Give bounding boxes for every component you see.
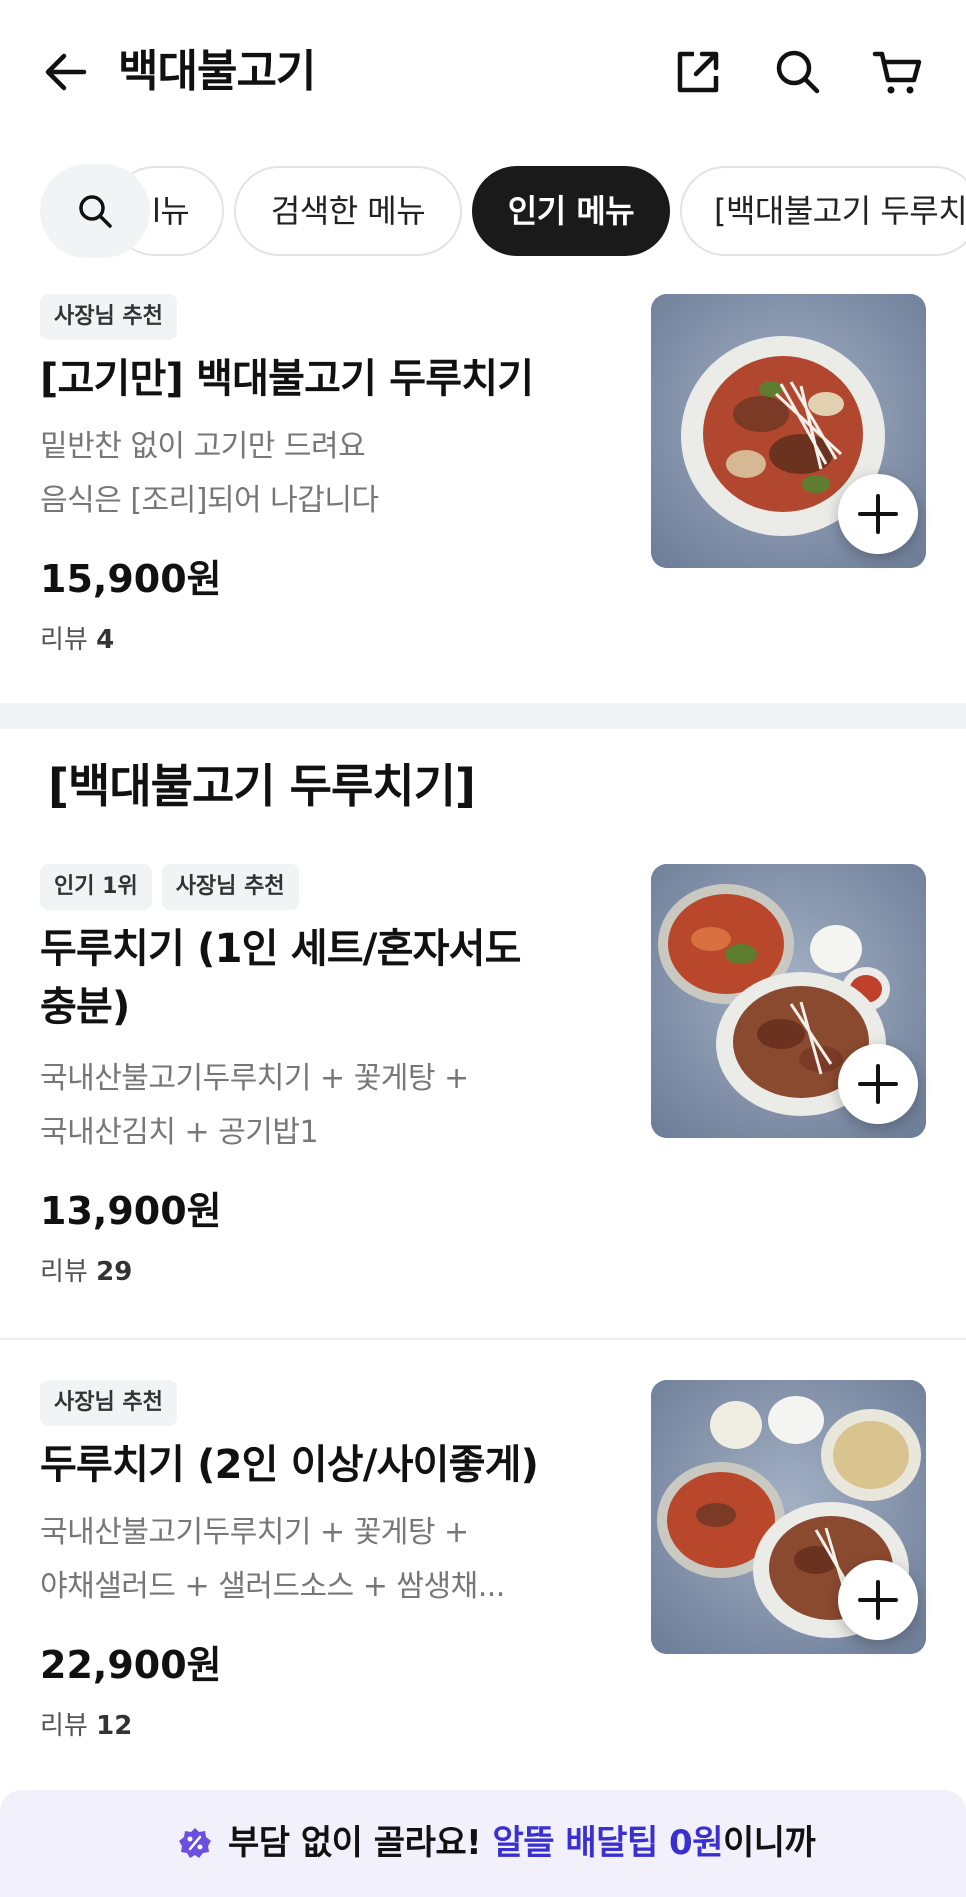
- review-label: 리뷰: [40, 625, 88, 655]
- badge-owner-pick: 사장님 추천: [40, 1380, 177, 1426]
- page-title: 백대불고기: [118, 46, 316, 97]
- menu-item[interactable]: 사장님 추천 두루치기 (2인 이상/사이좋게) 국내산불고기두루치기 + 꽃게…: [0, 1380, 966, 1760]
- item-name: [고기만] 백대불고기 두루치기: [40, 356, 534, 402]
- tab-search-button[interactable]: [40, 164, 150, 258]
- item-name: 두루치기 (1인 세트/혼자서도: [40, 926, 521, 972]
- add-to-cart-button[interactable]: [838, 474, 918, 554]
- search-icon: [776, 50, 820, 94]
- plus-icon: [858, 1580, 898, 1620]
- add-to-cart-button[interactable]: [838, 1044, 918, 1124]
- item-description: 밑반찬 없이 고기만 드려요: [40, 429, 366, 464]
- item-description: 국내산불고기두루치기 + 꽃게탕 +: [40, 1515, 469, 1550]
- menu-item[interactable]: 인기 1위 사장님 추천 두루치기 (1인 세트/혼자서도 충분) 국내산불고기…: [0, 864, 966, 1304]
- back-button[interactable]: [40, 46, 92, 98]
- item-description: 음식은 [조리]되어 나갑니다: [40, 483, 379, 518]
- badge-owner-pick: 사장님 추천: [161, 864, 299, 910]
- add-to-cart-button[interactable]: [838, 1560, 918, 1640]
- tab-label: l뉴: [152, 192, 190, 230]
- search-icon: [79, 195, 112, 228]
- item-name-continued: 충분): [40, 984, 130, 1030]
- badge-row: 사장님 추천: [40, 294, 177, 340]
- review-count: 4: [96, 625, 115, 655]
- badge-popular-rank: 인기 1위: [40, 864, 152, 910]
- cart-button[interactable]: [872, 46, 924, 98]
- category-tabs: l뉴 검색한 메뉴 인기 메뉴 [백대불고기 두루치: [0, 164, 966, 258]
- discount-badge-icon: [178, 1826, 212, 1860]
- item-price: 15,900원: [40, 557, 222, 601]
- item-price: 22,900원: [40, 1643, 222, 1687]
- share-button[interactable]: [672, 46, 724, 98]
- tab-label: 인기 메뉴: [507, 192, 635, 230]
- cart-icon: [872, 51, 922, 94]
- badge-row: 사장님 추천: [40, 1380, 177, 1426]
- back-arrow-icon: [45, 53, 87, 91]
- item-review: 리뷰 29: [40, 1252, 132, 1292]
- tab-popular-menu[interactable]: 인기 메뉴: [472, 166, 670, 256]
- item-name: 두루치기 (2인 이상/사이좋게): [40, 1442, 539, 1488]
- badge-owner-pick: 사장님 추천: [40, 294, 177, 340]
- banner-text-lead: 부담 없이 골라요!: [228, 1823, 482, 1863]
- item-price: 13,900원: [40, 1189, 222, 1233]
- tab-label: [백대불고기 두루치: [714, 192, 966, 230]
- badge-row: 인기 1위 사장님 추천: [40, 864, 299, 910]
- review-label: 리뷰: [40, 1257, 88, 1287]
- item-divider: [0, 1338, 966, 1340]
- promo-banner[interactable]: 부담 없이 골라요! 알뜰 배달팁 0원이니까: [0, 1790, 966, 1897]
- section-title: [백대불고기 두루치기]: [48, 759, 476, 813]
- item-review: 리뷰 12: [40, 1706, 132, 1746]
- banner-text: 부담 없이 골라요! 알뜰 배달팁 0원이니까: [228, 1814, 816, 1872]
- section-divider: [0, 703, 966, 729]
- review-label: 리뷰: [40, 1711, 88, 1741]
- review-count: 29: [96, 1257, 133, 1287]
- review-count: 12: [96, 1711, 133, 1741]
- item-description: 국내산김치 + 공기밥1: [40, 1115, 319, 1150]
- item-review: 리뷰 4: [40, 620, 114, 660]
- app-header: 백대불고기: [0, 0, 966, 145]
- search-button[interactable]: [772, 46, 824, 98]
- item-description: 국내산불고기두루치기 + 꽃게탕 +: [40, 1061, 469, 1096]
- share-icon: [677, 51, 719, 93]
- tab-searched-menu[interactable]: 검색한 메뉴: [234, 166, 462, 256]
- banner-text-highlight: 알뜰 배달팁 0원: [492, 1823, 723, 1863]
- plus-icon: [858, 494, 898, 534]
- menu-item[interactable]: 사장님 추천 [고기만] 백대불고기 두루치기 밑반찬 없이 고기만 드려요 음…: [0, 294, 966, 674]
- tab-label: 검색한 메뉴: [270, 192, 426, 230]
- tab-section-duruchigi[interactable]: [백대불고기 두루치: [680, 166, 966, 256]
- banner-text-tail: 이니까: [723, 1823, 816, 1863]
- item-description: 야채샐러드 + 샐러드소스 + 쌈생채...: [40, 1569, 505, 1604]
- plus-icon: [858, 1064, 898, 1104]
